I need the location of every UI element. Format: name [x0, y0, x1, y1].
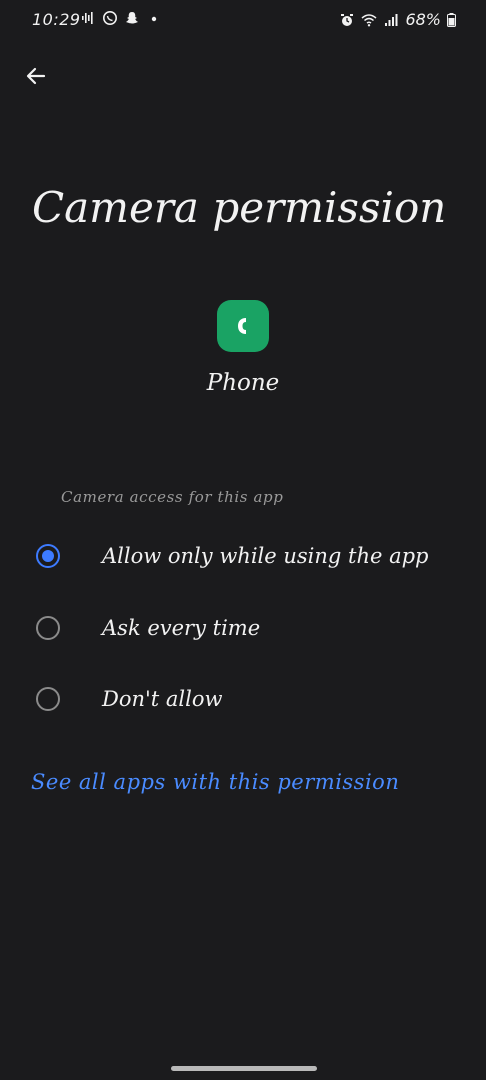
section-label: Camera access for this app [61, 488, 284, 506]
option-label: Ask every time [102, 616, 261, 640]
radio-button[interactable] [36, 687, 60, 711]
app-name: Phone [206, 370, 280, 396]
battery-icon [447, 12, 456, 27]
radio-button-selected[interactable] [36, 544, 60, 568]
option-allow-while-using[interactable]: Allow only while using the app [36, 531, 456, 581]
see-all-apps-link[interactable]: See all apps with this permission [31, 770, 399, 794]
radio-button[interactable] [36, 616, 60, 640]
audio-wave-icon [82, 12, 93, 24]
whatsapp-icon [103, 11, 117, 25]
signal-icon [385, 13, 398, 26]
option-ask-every-time[interactable]: Ask every time [36, 603, 456, 653]
wifi-icon [361, 13, 377, 26]
page-title: Camera permission [32, 183, 447, 232]
phone-handset-icon [238, 318, 246, 334]
status-bar: 10:29 68% [0, 0, 486, 44]
dot-icon [151, 16, 157, 22]
option-dont-allow[interactable]: Don't allow [36, 674, 456, 724]
phone-app-icon [217, 300, 269, 352]
home-indicator[interactable] [171, 1066, 317, 1071]
option-label: Allow only while using the app [102, 544, 429, 568]
alarm-icon [341, 13, 354, 26]
status-right-icons: 68% [339, 10, 456, 29]
option-label: Don't allow [102, 687, 223, 711]
back-arrow-icon [26, 67, 46, 85]
battery-percent: 68% [405, 10, 441, 29]
status-time: 10:29 [32, 10, 81, 29]
snapchat-icon [126, 12, 138, 24]
back-button[interactable] [20, 60, 52, 92]
status-left-icons [80, 10, 162, 26]
